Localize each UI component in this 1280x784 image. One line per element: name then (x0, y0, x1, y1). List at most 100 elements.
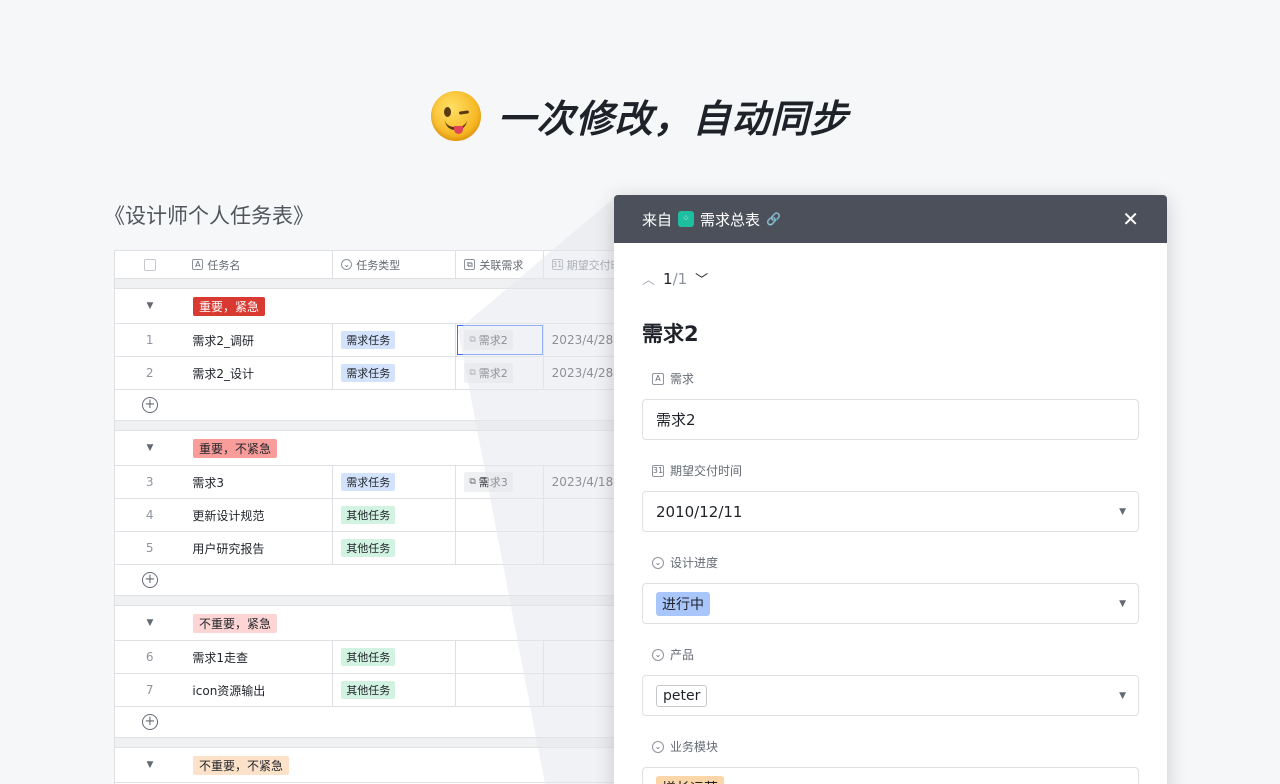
add-record-icon[interactable]: + (142, 714, 158, 730)
group-header[interactable]: ▼ 重要，不紧急 (115, 431, 633, 466)
collapse-arrow-icon[interactable]: ▼ (115, 618, 185, 628)
type-tag: 其他任务 (341, 539, 396, 557)
type-tag: 需求任务 (341, 364, 396, 382)
group-header[interactable]: ▼ 重要，紧急 (115, 289, 633, 324)
link-icon: ⧉ (469, 477, 476, 487)
group-header[interactable]: ▼ 不重要，紧急 (115, 606, 633, 641)
task-type-cell[interactable]: 其他任务 (333, 499, 457, 531)
link-icon: ⧉ (469, 368, 476, 378)
row-number: 3 (145, 475, 154, 489)
from-label: 来自 (642, 210, 673, 229)
task-name-cell[interactable]: 需求2_调研 (184, 324, 334, 356)
add-record-icon[interactable]: + (142, 397, 158, 413)
table-row[interactable]: 2 需求2_设计 需求任务 ⧉ 需求2 2023/4/28 (115, 357, 633, 390)
single-select-icon: ⌄ (652, 740, 664, 753)
task-name-cell[interactable]: 需求1走查 (184, 641, 334, 673)
field-label: ⌄ 产品 (642, 646, 1139, 663)
delivery-date-picker[interactable]: 2010/12/11 ▼ (642, 491, 1139, 532)
row-number: 2 (145, 366, 154, 380)
caret-down-icon: ▼ (1119, 598, 1126, 609)
task-name-cell[interactable]: icon资源输出 (184, 674, 334, 706)
chevron-down-icon[interactable]: ﹀ (695, 269, 708, 288)
text-field-icon: A (192, 259, 204, 270)
product-select[interactable]: peter ▼ (642, 675, 1139, 716)
group-tag: 不重要，紧急 (193, 613, 278, 633)
row-number: 5 (145, 541, 154, 555)
add-row[interactable]: + (115, 707, 633, 738)
design-progress-select[interactable]: 进行中 ▼ (642, 583, 1139, 624)
type-tag: 其他任务 (341, 648, 396, 666)
row-number: 1 (145, 333, 154, 347)
headline: 一次修改，自动同步 (0, 88, 1280, 143)
task-type-cell[interactable]: 需求任务 (333, 324, 457, 356)
task-name-cell[interactable]: 需求3 (184, 466, 334, 498)
type-tag: 需求任务 (341, 331, 396, 349)
task-name-cell[interactable]: 更新设计规范 (184, 499, 334, 531)
table-row[interactable]: 3 需求3 需求任务 ⧉ 需求3 2023/4/18 (115, 466, 633, 499)
link-chip[interactable]: ⧉ 需求2 (464, 330, 513, 350)
link-cell[interactable]: ⧉ 需求2 (456, 357, 544, 389)
product-option: peter (656, 684, 708, 707)
add-record-icon[interactable]: + (142, 572, 158, 588)
link-chip[interactable]: ⧉ 需求2 (464, 363, 513, 383)
task-grid: A 任务名 ⌄ 任务类型 ⧉ 关联需求 31 期望交付时间 ▼ 重要，紧急 1 需求2_… (114, 250, 634, 784)
link-cell[interactable]: ⧉ 需求3 (456, 466, 544, 498)
panel-header: 来自 ⁘ 需求总表 🔗 ✕ (614, 195, 1167, 243)
table-row[interactable]: 1 需求2_调研 需求任务 ⧉ 需求2 2023/4/28 (115, 324, 633, 357)
collapse-arrow-icon[interactable]: ▼ (115, 443, 185, 453)
field-label: 31 期望交付时间 (652, 464, 743, 478)
field-label: ⌄ 设计进度 (642, 554, 1139, 571)
link-cell[interactable] (456, 641, 544, 673)
link-cell[interactable] (456, 499, 544, 531)
group-tag: 重要，不紧急 (193, 438, 278, 458)
select-all-checkbox[interactable] (143, 258, 156, 271)
single-select-icon: ⌄ (652, 648, 664, 661)
record-detail-panel: 来自 ⁘ 需求总表 🔗 ✕ ︿ 1/1 ﹀ 需求2 A 需求 需求2 31 期望交付… (614, 195, 1167, 784)
task-name-cell[interactable]: 用户研究报告 (184, 532, 334, 564)
grid-header: A 任务名 ⌄ 任务类型 ⧉ 关联需求 31 期望交付时间 (115, 251, 633, 279)
link-chip[interactable]: ⧉ 需求3 (464, 472, 513, 492)
requirement-input[interactable]: 需求2 (642, 399, 1139, 440)
collapse-arrow-icon[interactable]: ▼ (115, 760, 185, 770)
field-label: A 需求 (642, 370, 1139, 387)
column-header-link[interactable]: ⧉ 关联需求 (456, 251, 544, 278)
task-name-cell[interactable]: 需求2_设计 (184, 357, 334, 389)
add-row[interactable]: + (115, 565, 633, 596)
group-tag: 重要，紧急 (193, 296, 266, 316)
table-row[interactable]: 6 需求1走查 其他任务 (115, 641, 633, 674)
chevron-up-icon[interactable]: ︿ (642, 269, 655, 288)
task-type-cell[interactable]: 其他任务 (333, 674, 457, 706)
source-table-link[interactable]: 需求总表 (700, 209, 760, 230)
row-number: 7 (145, 683, 154, 697)
progress-option: 进行中 (656, 591, 710, 616)
business-module-select[interactable]: 增长运营 (642, 767, 1139, 784)
headline-text: 一次修改，自动同步 (497, 97, 849, 141)
link-cell[interactable]: ⧉ 需求2 (456, 324, 544, 356)
link-cell[interactable] (456, 532, 544, 564)
column-header-type[interactable]: ⌄ 任务类型 (333, 251, 457, 278)
task-type-cell[interactable]: 其他任务 (333, 532, 457, 564)
group-tag: 不重要，不紧急 (193, 755, 290, 775)
collapse-arrow-icon[interactable]: ▼ (115, 301, 185, 311)
table-row[interactable]: 4 更新设计规范 其他任务 (115, 499, 633, 532)
add-row[interactable]: + (115, 390, 633, 421)
column-header-name[interactable]: A 任务名 (184, 251, 334, 278)
table-app-icon: ⁘ (678, 211, 695, 227)
table-title: 《设计师个人任务表》 (104, 204, 314, 228)
record-title: 需求2 (642, 322, 699, 346)
caret-down-icon: ▼ (1119, 690, 1126, 701)
single-select-icon: ⌄ (652, 556, 664, 569)
module-option: 增长运营 (656, 775, 724, 784)
table-row[interactable]: 5 用户研究报告 其他任务 (115, 532, 633, 565)
row-number: 6 (145, 650, 154, 664)
task-type-cell[interactable]: 其他任务 (333, 641, 457, 673)
table-row[interactable]: 7 icon资源输出 其他任务 (115, 674, 633, 707)
group-header[interactable]: ▼ 不重要，不紧急 (115, 748, 633, 783)
task-type-cell[interactable]: 需求任务 (333, 466, 457, 498)
task-type-cell[interactable]: 需求任务 (333, 357, 457, 389)
select-all-cell[interactable] (115, 251, 184, 278)
link-cell[interactable] (456, 674, 544, 706)
close-icon[interactable]: ✕ (1122, 207, 1139, 231)
type-tag: 其他任务 (341, 506, 396, 524)
link-chain-icon[interactable]: 🔗 (766, 212, 781, 226)
